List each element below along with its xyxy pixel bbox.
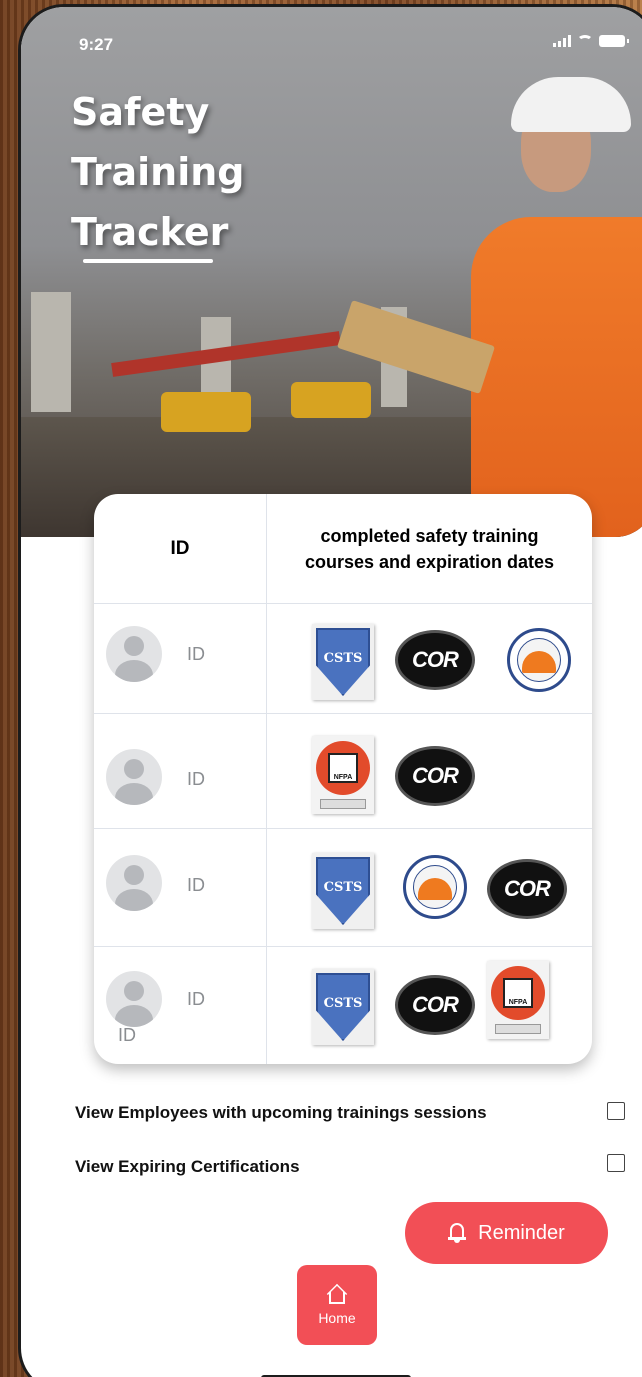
table-row[interactable]: ID CSTS COR	[94, 604, 592, 714]
csts-badge[interactable]: CSTS	[312, 624, 374, 700]
table-row[interactable]: ID ID CSTS COR NFPA	[94, 947, 592, 1064]
reminder-label: Reminder	[478, 1221, 565, 1244]
worker-helmet	[511, 77, 631, 132]
badges-cell: CSTS COR	[267, 604, 592, 713]
employee-id: ID	[187, 989, 205, 1009]
id-cell: ID	[94, 714, 267, 828]
badges-cell: CSTS COR NFPA	[267, 947, 592, 1064]
nfpa-badge[interactable]: NFPA	[487, 961, 549, 1039]
employee-id: ID	[187, 875, 205, 895]
phone-frame: 9:27 Safety Training Tracker ID complete…	[18, 4, 642, 1377]
table-row[interactable]: ID CSTS COR	[94, 829, 592, 947]
avatar-icon	[106, 626, 162, 682]
csts-badge[interactable]: CSTS	[312, 969, 374, 1045]
csts-badge[interactable]: CSTS	[312, 853, 374, 929]
option-upcoming-trainings: View Employees with upcoming trainings s…	[75, 1103, 487, 1122]
table-header: ID completed safety training courses and…	[94, 494, 592, 604]
wifi-icon	[577, 35, 593, 47]
status-time: 9:27	[79, 35, 114, 54]
option-expiring-certifications: View Expiring Certifications	[75, 1157, 300, 1176]
id-cell: ID	[94, 604, 267, 713]
avatar-icon	[106, 971, 162, 1027]
truck	[161, 392, 251, 432]
title-underline	[83, 259, 213, 263]
column-header-id: ID	[94, 494, 267, 603]
hero-image: 9:27 Safety Training Tracker	[21, 7, 642, 537]
construction-safety-ns-badge[interactable]	[403, 855, 467, 919]
battery-icon	[599, 35, 629, 47]
home-label: Home	[318, 1310, 356, 1326]
title-line: Safety	[71, 90, 210, 134]
table-row[interactable]: ID NFPA COR	[94, 714, 592, 829]
concrete-pillar	[31, 292, 71, 412]
home-button[interactable]: Home	[297, 1265, 377, 1345]
training-table: ID completed safety training courses and…	[94, 494, 592, 1064]
cor-badge[interactable]: COR	[395, 630, 475, 690]
badges-cell: CSTS COR	[267, 829, 592, 946]
page-title: Safety Training Tracker	[71, 82, 245, 262]
expiring-certifications-checkbox[interactable]	[607, 1154, 625, 1172]
column-header-courses: completed safety training courses and ex…	[304, 525, 555, 572]
id-cell: ID ID	[94, 947, 267, 1064]
cor-badge[interactable]: COR	[395, 975, 475, 1035]
title-line: Training	[71, 150, 245, 194]
construction-safety-ns-badge[interactable]	[507, 628, 571, 692]
avatar-icon	[106, 749, 162, 805]
nfpa-badge[interactable]: NFPA	[312, 736, 374, 814]
employee-id: ID	[187, 644, 205, 664]
home-icon	[326, 1283, 348, 1305]
reminder-button[interactable]: Reminder	[405, 1202, 608, 1264]
signal-icon	[553, 35, 571, 47]
cor-badge[interactable]: COR	[395, 746, 475, 806]
upcoming-trainings-checkbox[interactable]	[607, 1102, 625, 1120]
worker-vest	[471, 217, 642, 537]
badges-cell: NFPA COR	[267, 714, 592, 828]
title-line: Tracker	[71, 210, 229, 254]
avatar-icon	[106, 855, 162, 911]
cor-badge[interactable]: COR	[487, 859, 567, 919]
status-icons	[553, 35, 629, 47]
id-cell: ID	[94, 829, 267, 946]
employee-sub-id: ID	[118, 1025, 136, 1045]
bell-icon	[448, 1223, 467, 1243]
employee-id: ID	[187, 769, 205, 789]
truck	[291, 382, 371, 418]
